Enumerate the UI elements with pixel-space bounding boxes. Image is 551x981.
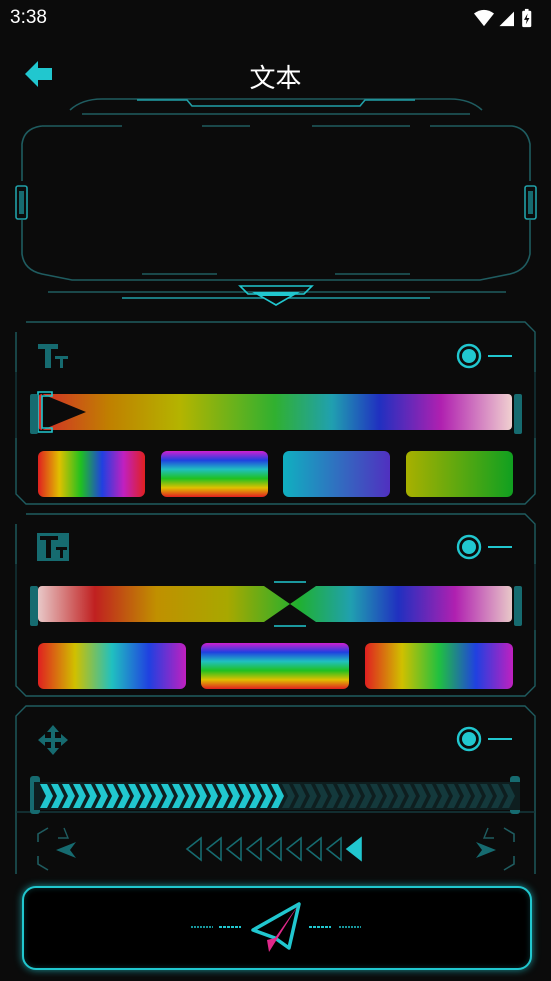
direction-triangle xyxy=(345,836,362,862)
panel-toggle[interactable] xyxy=(456,725,516,753)
slider-handles[interactable] xyxy=(26,578,526,630)
swatch-rainbow-horizontal[interactable] xyxy=(38,451,145,497)
text-preview-area[interactable] xyxy=(12,96,540,308)
direction-triangle xyxy=(205,836,222,862)
direction-triangle xyxy=(185,836,202,862)
slider-handles[interactable] xyxy=(26,386,526,438)
arrow-right-icon xyxy=(476,842,496,858)
battery-charging-icon xyxy=(522,8,532,28)
chevron-down-icon xyxy=(238,285,314,306)
swatch-rainbow-stripes[interactable] xyxy=(201,643,349,689)
text-size-icon xyxy=(38,344,68,368)
move-arrows-icon xyxy=(38,725,68,755)
status-time: 3:38 xyxy=(10,7,47,28)
text-color-panel xyxy=(14,320,537,506)
swatch-rainbow-horizontal[interactable] xyxy=(38,643,186,689)
arrow-left-icon xyxy=(56,842,76,858)
scroll-right-button[interactable] xyxy=(458,824,518,874)
status-bar: 3:38 xyxy=(0,0,551,38)
direction-triangle xyxy=(225,836,242,862)
direction-triangle xyxy=(245,836,262,862)
status-icons xyxy=(474,8,532,28)
paper-plane-icon xyxy=(191,902,361,952)
scroll-direction-indicator xyxy=(185,836,362,862)
panel-toggle[interactable] xyxy=(456,533,516,561)
scroll-motion-panel xyxy=(14,704,537,874)
panel-toggle[interactable] xyxy=(456,342,516,370)
direction-triangle xyxy=(265,836,282,862)
swatch-rainbow-horizontal-reverse[interactable] xyxy=(365,643,513,689)
swatch-olive-green[interactable] xyxy=(406,451,513,497)
page-title: 文本 xyxy=(249,64,302,94)
text-size-filled-icon xyxy=(37,533,69,561)
wifi-icon xyxy=(474,9,494,27)
scroll-left-button[interactable] xyxy=(34,824,94,874)
swatch-cyan-violet[interactable] xyxy=(283,451,390,497)
triangle-left-row-icon xyxy=(185,836,362,862)
direction-triangle xyxy=(305,836,322,862)
background-color-panel xyxy=(14,512,537,698)
direction-triangle xyxy=(325,836,342,862)
cellular-signal-icon xyxy=(499,11,514,27)
swatch-rainbow-stripes[interactable] xyxy=(161,451,268,497)
speed-slider[interactable] xyxy=(26,772,526,818)
send-button[interactable] xyxy=(22,886,532,970)
direction-triangle xyxy=(285,836,302,862)
